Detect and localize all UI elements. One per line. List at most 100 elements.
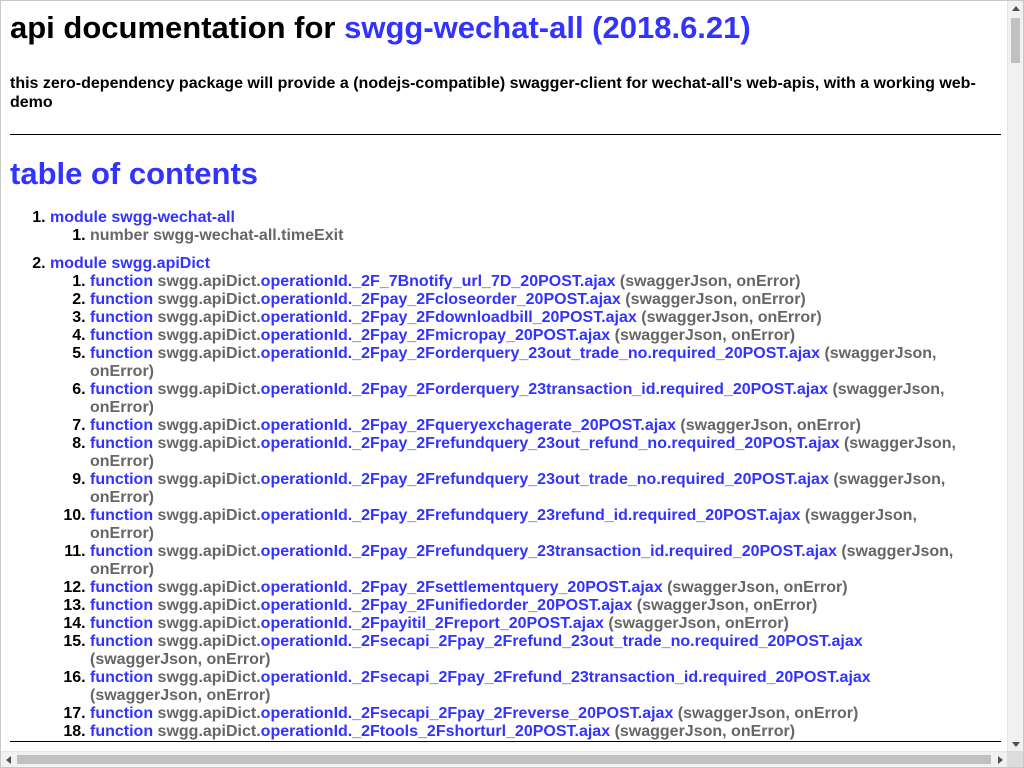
toc-entry-link[interactable]: operationId._2Fsecapi_2Fpay_2Frefund_23t… [261, 669, 871, 686]
toc-entry-kind: function [90, 381, 154, 398]
arrow-down-icon[interactable] [1012, 742, 1020, 747]
package-link[interactable]: swgg-wechat-all (2018.6.21) [344, 10, 751, 45]
toc-entry-kind: function [90, 417, 154, 434]
toc-entry-link[interactable]: operationId._2Fpay_2Fcloseorder_20POST.a… [261, 291, 621, 308]
toc-entry-kind: function [90, 669, 154, 686]
toc-module-link[interactable]: module swgg.apiDict [50, 255, 210, 272]
toc-entry: function swgg.apiDict.operationId._2Fpay… [90, 345, 970, 381]
toc-entry: function swgg.apiDict.operationId._2Fpay… [90, 381, 970, 417]
toc-entry-link[interactable]: operationId._2Ftools_2Fshorturl_20POST.a… [261, 723, 610, 740]
page-title: api documentation for swgg-wechat-all (2… [10, 9, 1000, 47]
toc-entry-prefix: swgg.apiDict. [157, 435, 261, 452]
vertical-scrollbar[interactable] [1007, 1, 1023, 752]
toc-entry-link[interactable]: operationId._2Fpay_2Funifiedorder_20POST… [261, 597, 633, 614]
toc-entry-link[interactable]: operationId._2Fpay_2Frefundquery_23trans… [261, 543, 837, 560]
toc-entry-link[interactable]: operationId._2Fpay_2Frefundquery_23refun… [261, 507, 801, 524]
toc-entry: function swgg.apiDict.operationId._2Ftoo… [90, 723, 970, 741]
toc-sublist: function swgg.apiDict.operationId._2F_7B… [50, 273, 970, 741]
toc-entry-prefix: swgg.apiDict. [157, 417, 261, 434]
toc-entry-prefix: swgg.apiDict. [157, 471, 261, 488]
toc-entry: function swgg.apiDict.operationId._2Fpay… [90, 597, 970, 615]
toc-entry: function swgg.apiDict.operationId._2Fsec… [90, 633, 970, 669]
scrollbar-corner [1007, 751, 1023, 767]
toc-entry-link[interactable]: operationId._2Fpay_2Fmicropay_20POST.aja… [261, 327, 610, 344]
toc-entry: function swgg.apiDict.operationId._2Fpay… [90, 579, 970, 597]
toc-entry-prefix: swgg.apiDict. [157, 381, 261, 398]
toc-entry-args: (swaggerJson, onError) [625, 291, 806, 308]
toc-module-keyword: module [50, 209, 107, 226]
toc-module-name: swgg.apiDict [111, 255, 211, 272]
toc-entry-prefix: swgg.apiDict. [157, 723, 261, 740]
toc-entry-args: (swaggerJson, onError) [90, 651, 271, 668]
toc-entry-link[interactable]: operationId._2Fpay_2Frefundquery_23out_t… [261, 471, 829, 488]
toc-entry-link[interactable]: operationId._2Fpay_2Forderquery_23transa… [261, 381, 828, 398]
toc-entry-kind: number [90, 227, 149, 244]
toc-entry: function swgg.apiDict.operationId._2Fpay… [90, 615, 970, 633]
toc-entry-prefix: swgg.apiDict. [157, 291, 261, 308]
toc-entry: function swgg.apiDict.operationId._2Fpay… [90, 507, 970, 543]
toc-entry: function swgg.apiDict.operationId._2Fsec… [90, 705, 970, 723]
toc-entry-args: (swaggerJson, onError) [614, 327, 796, 344]
toc-entry-args: (swaggerJson, onError) [614, 723, 796, 740]
toc-entry-args: (swaggerJson, onError) [680, 417, 861, 434]
arrow-left-icon[interactable] [6, 756, 11, 764]
toc-entry-kind: function [90, 273, 154, 290]
toc-entry-link[interactable]: operationId._2F_7Bnotify_url_7D_20POST.a… [261, 273, 616, 290]
toc-entry-prefix: swgg.apiDict. [157, 705, 261, 722]
page-title-prefix: api documentation for [10, 10, 336, 45]
toc-entry-kind: function [90, 579, 154, 596]
toc-entry-prefix: swgg.apiDict. [157, 327, 261, 344]
toc-sublist: number swgg-wechat-all.timeExit [50, 227, 970, 245]
toc-entry-link[interactable]: operationId._2Fpay_2Frefundquery_23out_r… [261, 435, 840, 452]
toc-entry-args: (swaggerJson, onError) [636, 597, 818, 614]
toc-entry-link[interactable]: operationId._2Fpayitil_2Freport_20POST.a… [261, 615, 604, 632]
toc-entry-kind: function [90, 345, 154, 362]
toc-entry-prefix: swgg.apiDict. [157, 615, 261, 632]
toc-entry-prefix: swgg-wechat-all.timeExit [153, 227, 344, 244]
toc-entry-link[interactable]: operationId._2Fsecapi_2Fpay_2Frefund_23o… [261, 633, 863, 650]
toc-entry: function swgg.apiDict.operationId._2Fpay… [90, 291, 970, 309]
toc-entry-link[interactable]: operationId._2Fsecapi_2Fpay_2Freverse_20… [261, 705, 674, 722]
toc-entry-args: (swaggerJson, onError) [641, 309, 822, 326]
divider [10, 134, 1001, 135]
toc-entry-args: (swaggerJson, onError) [677, 705, 859, 722]
toc-entry-kind: function [90, 327, 154, 344]
divider-bottom [10, 741, 1001, 742]
toc-entry-prefix: swgg.apiDict. [157, 273, 261, 290]
toc-entry-kind: function [90, 309, 154, 326]
toc-module-item: module swgg.apiDictfunction swgg.apiDict… [50, 255, 1000, 741]
toc-entry: function swgg.apiDict.operationId._2F_7B… [90, 273, 970, 291]
arrow-right-icon[interactable] [998, 756, 1003, 764]
toc-entry-prefix: swgg.apiDict. [157, 579, 261, 596]
toc-entry: number swgg-wechat-all.timeExit [90, 227, 970, 245]
toc-entry-link[interactable]: operationId._2Fpay_2Fqueryexchagerate_20… [261, 417, 676, 434]
toc-entry-kind: function [90, 435, 154, 452]
toc-entry: function swgg.apiDict.operationId._2Fpay… [90, 471, 970, 507]
toc-entry-kind: function [90, 723, 154, 740]
toc-module-name: swgg-wechat-all [111, 209, 235, 226]
toc-entry-kind: function [90, 471, 154, 488]
toc-module-link[interactable]: module swgg-wechat-all [50, 209, 235, 226]
toc-entry: function swgg.apiDict.operationId._2Fpay… [90, 435, 970, 471]
toc-entry-prefix: swgg.apiDict. [157, 309, 261, 326]
toc-entry-args: (swaggerJson, onError) [608, 615, 789, 632]
toc-entry-link[interactable]: operationId._2Fpay_2Fsettlementquery_20P… [261, 579, 663, 596]
toc-entry-prefix: swgg.apiDict. [157, 633, 261, 650]
toc-entry-args: (swaggerJson, onError) [90, 687, 271, 704]
toc-entry-prefix: swgg.apiDict. [157, 345, 261, 362]
toc-entry-kind: function [90, 291, 154, 308]
toc-entry-kind: function [90, 705, 154, 722]
toc-title: table of contents [10, 156, 259, 191]
toc-entry: function swgg.apiDict.operationId._2Fpay… [90, 327, 970, 345]
toc-entry: function swgg.apiDict.operationId._2Fpay… [90, 309, 970, 327]
toc-entry: function swgg.apiDict.operationId._2Fsec… [90, 669, 970, 705]
arrow-up-icon[interactable] [1012, 6, 1020, 11]
toc-list: module swgg-wechat-allnumber swgg-wechat… [10, 209, 1000, 741]
toc-entry-link[interactable]: operationId._2Fpay_2Forderquery_23out_tr… [261, 345, 820, 362]
vertical-scroll-thumb[interactable] [1011, 18, 1020, 63]
toc-entry-prefix: swgg.apiDict. [157, 669, 261, 686]
horizontal-scroll-thumb[interactable] [17, 755, 991, 764]
toc-entry-link[interactable]: operationId._2Fpay_2Fdownloadbill_20POST… [261, 309, 637, 326]
toc-entry-prefix: swgg.apiDict. [157, 597, 261, 614]
horizontal-scrollbar[interactable] [1, 751, 1008, 767]
